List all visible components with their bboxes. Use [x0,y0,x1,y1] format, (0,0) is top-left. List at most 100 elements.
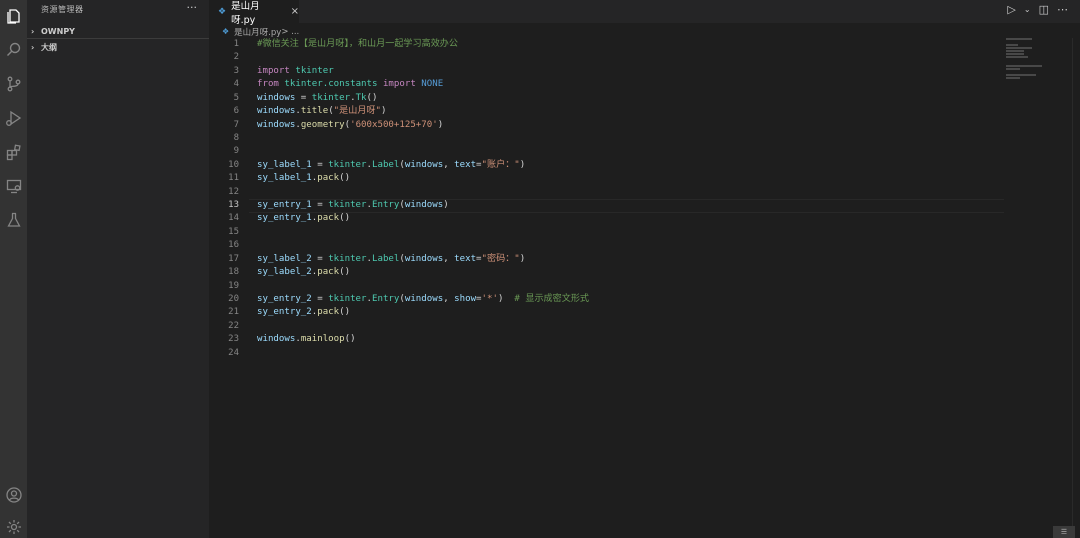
line-number: 16 [228,240,239,251]
code-line[interactable]: windows = tkinter.Tk() [257,92,1007,105]
source-control-icon[interactable] [0,70,27,97]
code-token: ) [381,106,387,117]
code-line[interactable]: import tkinter [257,65,1007,78]
code-token: () [339,267,351,278]
line-number: 22 [228,320,239,331]
line-number: 10 [228,159,239,170]
code-token: sy_entry_1 [257,213,312,224]
code-editor[interactable]: #微信关注【是山月呀】，和山月一起学习高效办公 import tkinter fr… [257,38,1007,360]
code-token: sy_label_2 [257,253,312,264]
code-line[interactable] [257,320,1007,333]
code-line[interactable] [257,51,1007,64]
code-line[interactable]: sy_label_2 = tkinter.Label(windows, text… [257,253,1007,266]
code-line[interactable]: windows.geometry('600x500+125+70') [257,119,1007,132]
notifications-widget[interactable]: ☰ [1053,526,1075,538]
line-number: 6 [233,106,239,117]
settings-gear-icon[interactable] [0,513,27,538]
close-icon[interactable]: × [291,6,299,17]
code-token: "账户：" [481,159,520,170]
code-token: import [382,79,416,90]
sidebar-title: 资源管理器 [41,5,84,14]
code-token: () [339,307,351,318]
code-token: tkinter.constants [284,79,378,90]
code-line[interactable] [257,132,1007,145]
tab-label: 是山月呀.py [231,0,260,26]
code-token: tkinter [311,92,351,103]
code-token: ) [519,159,526,170]
code-token: Entry [372,200,400,211]
code-line[interactable]: from tkinter.constants import NONE [257,78,1007,91]
code-line[interactable]: sy_entry_2 = tkinter.Entry(windows, show… [257,293,1007,306]
code-token: windows [257,119,296,130]
run-debug-icon[interactable] [0,104,27,131]
code-token: pack [317,173,340,184]
run-icon[interactable]: ▷ [1007,3,1015,16]
code-line[interactable]: #微信关注【是山月呀】，和山月一起学习高效办公 [257,38,1007,51]
code-line[interactable]: sy_entry_1.pack() [257,212,1007,225]
remote-explorer-icon[interactable] [0,172,27,199]
vertical-scrollbar[interactable] [1072,38,1080,538]
code-line[interactable]: sy_label_1.pack() [257,172,1007,185]
divider [27,38,209,39]
tab-file[interactable]: ❖ 是山月呀.py × [209,0,299,26]
code-line[interactable]: sy_entry_2.pack() [257,306,1007,319]
code-line[interactable] [257,145,1007,158]
line-number: 21 [228,307,239,318]
code-line[interactable]: sy_label_1 = tkinter.Label(windows, text… [257,159,1007,172]
code-token: windows [257,334,296,345]
code-token: geometry [300,119,345,130]
code-token: mainloop [300,334,345,345]
code-token: = [295,92,312,103]
code-token: = [311,253,329,264]
code-line[interactable] [257,280,1007,293]
code-token: show [454,294,477,305]
testing-flask-icon[interactable] [0,206,27,233]
extensions-icon[interactable] [0,138,27,165]
line-number: 19 [228,280,239,291]
line-number: 20 [228,294,239,305]
code-token: sy_entry_2 [257,294,312,305]
split-editor-icon[interactable]: ◫ [1039,3,1049,16]
chevron-down-icon[interactable]: ⌄ [1024,5,1031,14]
more-actions-icon[interactable]: ⋯ [1057,3,1068,16]
section-outline[interactable]: › 大纲 [27,40,209,54]
breadcrumb: ❖ 是山月呀.py > ... [222,25,299,38]
code-line[interactable]: sy_label_2.pack() [257,266,1007,279]
code-token: pack [317,307,340,318]
code-token: from [257,79,279,90]
code-token: tkinter [328,294,367,305]
line-number: 5 [233,92,239,103]
code-token: Label [372,253,400,264]
code-token: sy_label_1 [257,173,312,184]
section-label: 大纲 [41,42,57,52]
code-token: ) [443,200,449,211]
breadcrumb-separator[interactable]: > ... [281,27,299,37]
line-number: 1 [233,39,239,49]
code-token: windows [404,200,444,211]
code-line[interactable]: sy_entry_1 = tkinter.Entry(windows) [257,199,1007,212]
code-token: () [366,92,378,103]
explorer-icon[interactable] [0,2,27,29]
code-line[interactable]: windows.title("是山月呀") [257,105,1007,118]
code-line[interactable] [257,347,1007,360]
code-line[interactable] [257,239,1007,252]
code-line[interactable] [257,226,1007,239]
code-token: , [443,253,455,264]
account-icon[interactable] [0,481,27,508]
code-token: NONE [421,79,444,90]
search-icon[interactable] [0,36,27,63]
more-actions-icon[interactable]: ··· [187,1,198,14]
minimap[interactable] [1006,38,1070,538]
line-number: 13 [228,200,239,211]
code-line[interactable]: windows.mainloop() [257,333,1007,346]
code-line[interactable] [257,186,1007,199]
breadcrumb-file[interactable]: 是山月呀.py [234,26,281,38]
line-number: 4 [233,79,239,90]
section-ownpy[interactable]: › OWNPY [27,24,209,38]
editor-actions: ▷ ⌄ ◫ ⋯ [1007,3,1068,16]
line-number: 14 [228,213,239,224]
code-token: () [344,334,356,345]
line-number: 18 [228,267,239,278]
code-token: tkinter [328,159,367,170]
